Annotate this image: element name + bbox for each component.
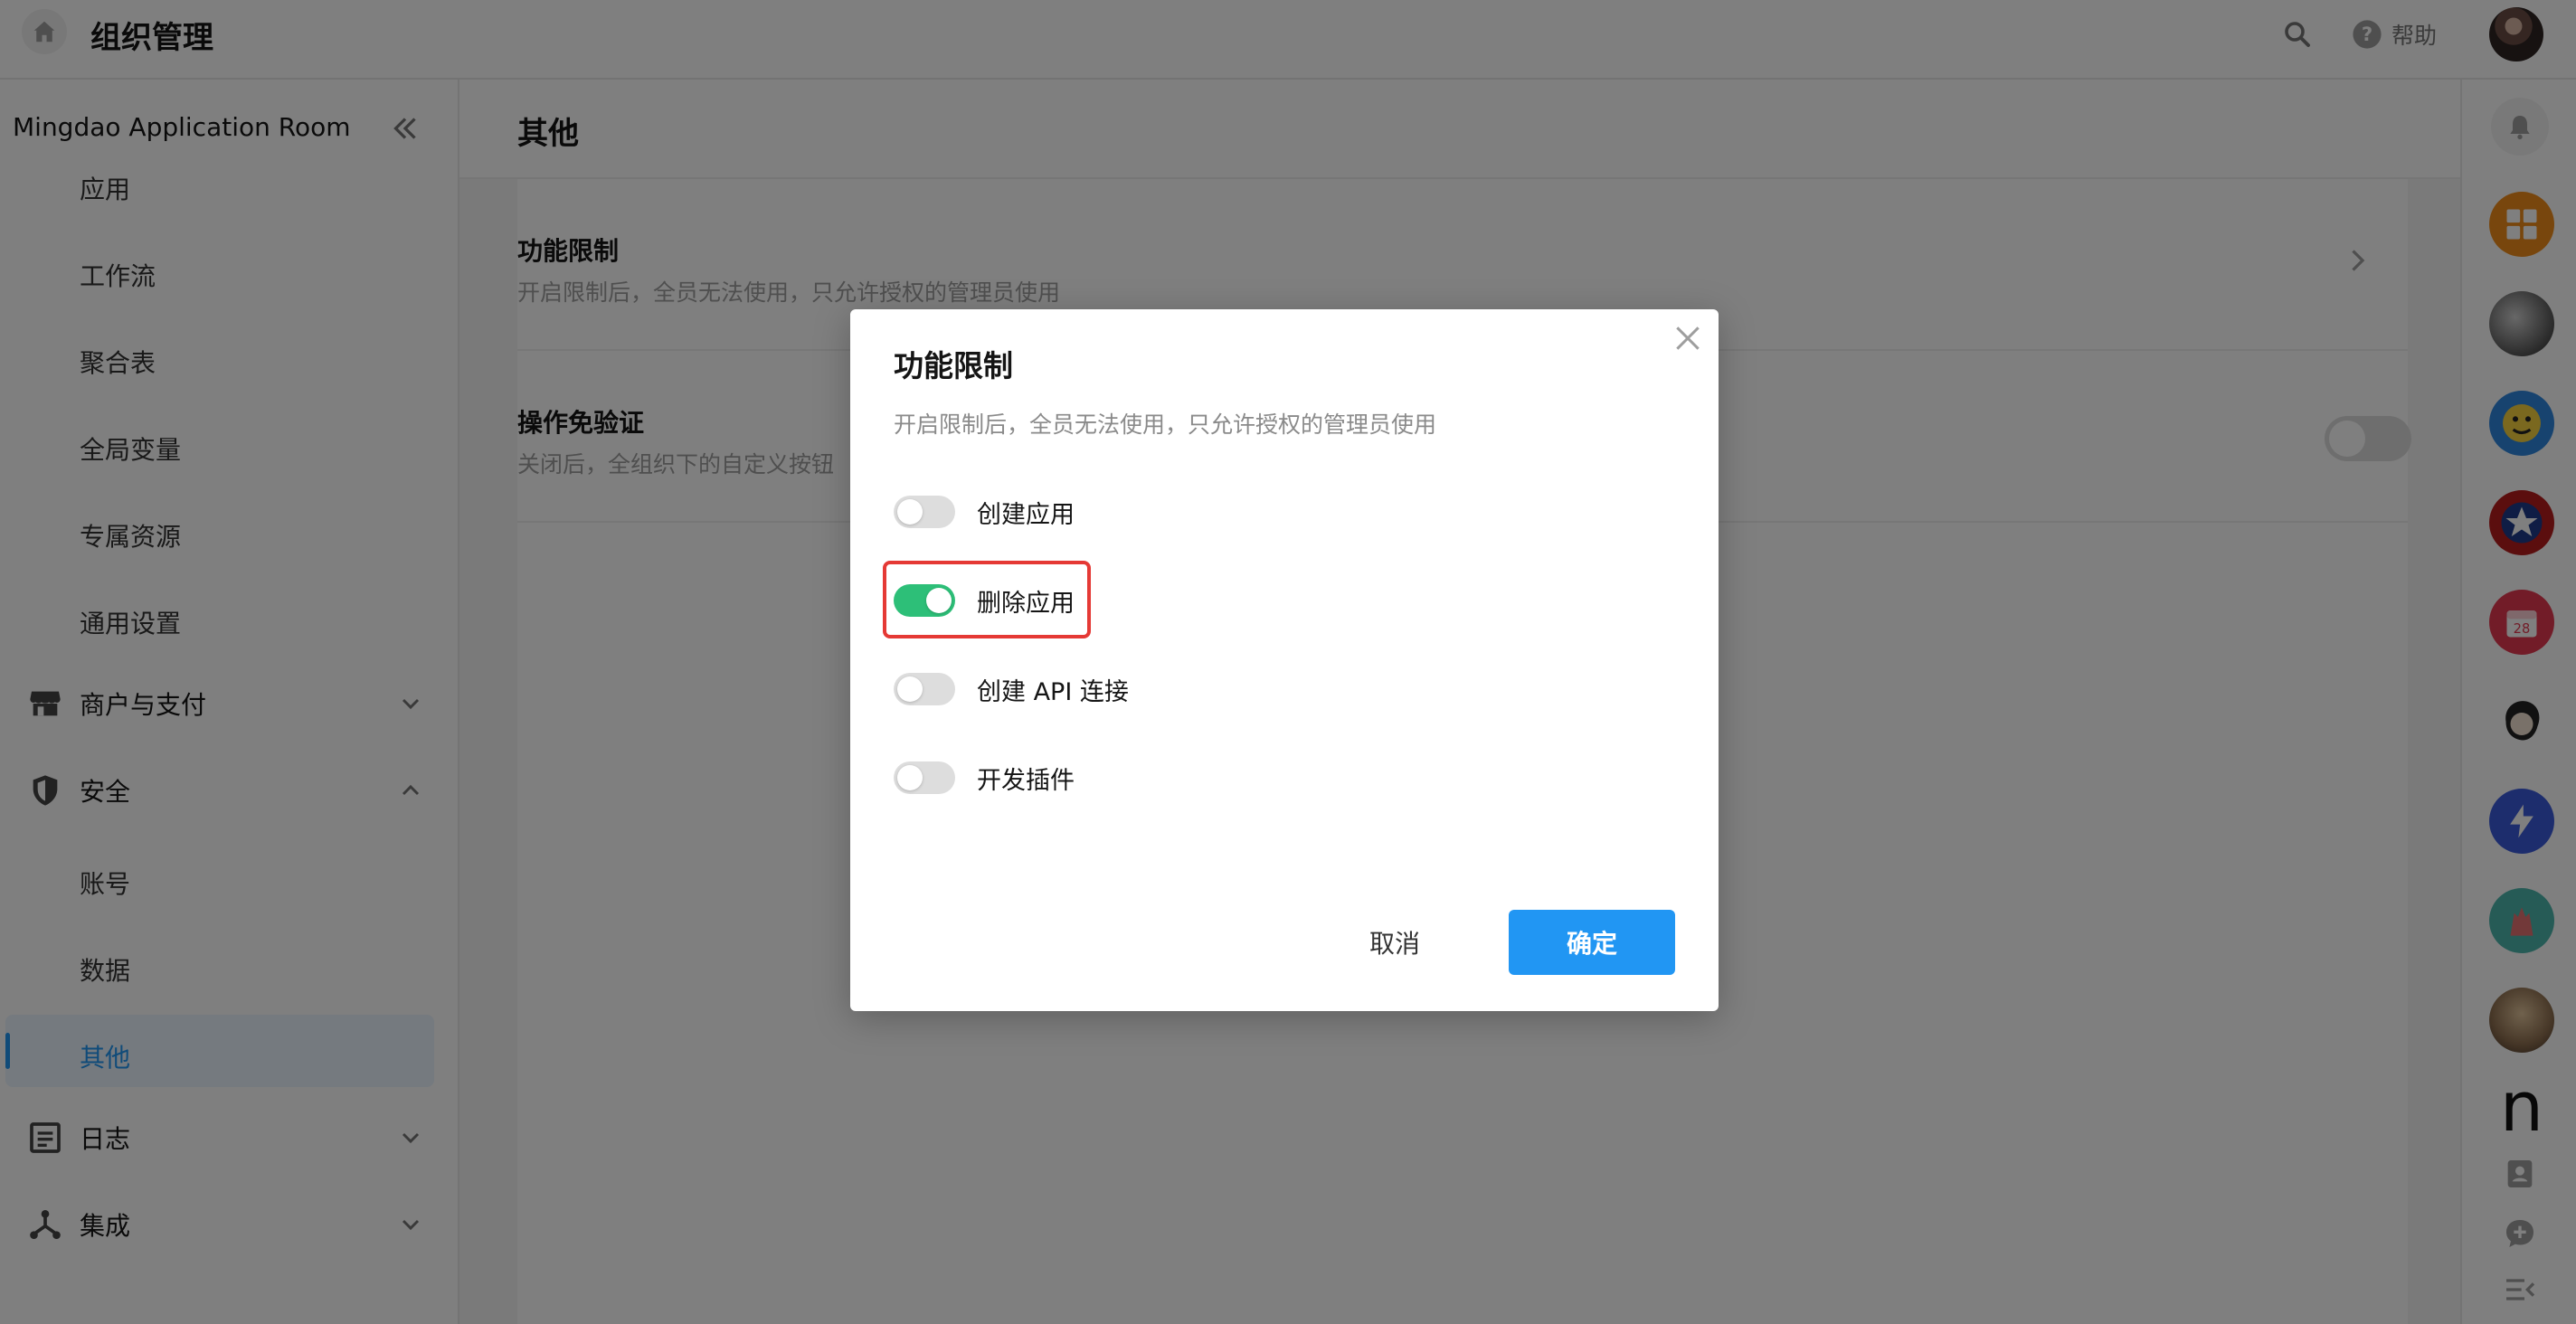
- option-create-app: 创建应用: [894, 492, 1075, 532]
- feature-restriction-dialog: 功能限制 开启限制后，全员无法使用，只允许授权的管理员使用 创建应用 删除应用 …: [850, 309, 1719, 1011]
- create-app-toggle[interactable]: [894, 496, 955, 528]
- delete-app-toggle[interactable]: [894, 584, 955, 617]
- dialog-description: 开启限制后，全员无法使用，只允许授权的管理员使用: [894, 411, 1437, 438]
- option-label: 创建应用: [977, 500, 1075, 529]
- cancel-button[interactable]: 取消: [1331, 910, 1458, 975]
- confirm-button[interactable]: 确定: [1509, 910, 1675, 975]
- option-label: 删除应用: [977, 589, 1075, 618]
- close-icon[interactable]: [1670, 320, 1706, 356]
- option-label: 创建 API 连接: [977, 677, 1129, 706]
- dialog-title: 功能限制: [894, 348, 1013, 383]
- option-develop-plugin: 开发插件: [894, 758, 1075, 798]
- create-api-connection-toggle[interactable]: [894, 673, 955, 705]
- app-root: 组织管理 ? 帮助 Mingdao Application Room 应用 工作…: [0, 0, 2576, 1324]
- option-delete-app: 删除应用: [894, 581, 1075, 620]
- option-create-api-connection: 创建 API 连接: [894, 669, 1129, 709]
- option-label: 开发插件: [977, 766, 1075, 795]
- develop-plugin-toggle[interactable]: [894, 761, 955, 794]
